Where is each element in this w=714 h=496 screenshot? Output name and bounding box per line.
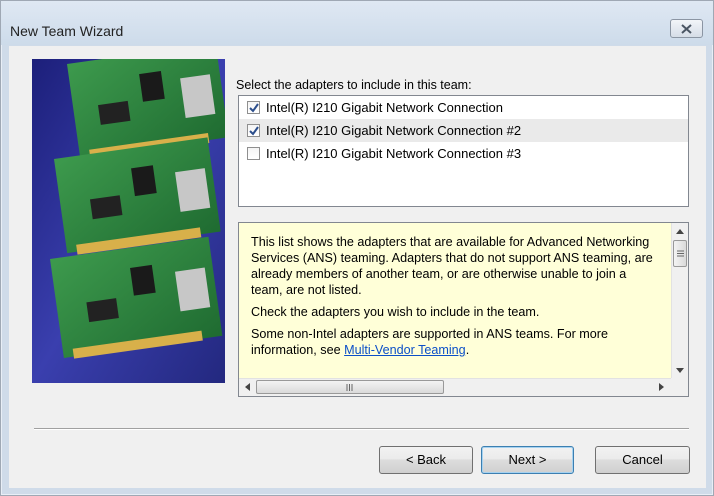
adapter-label-2: Intel(R) I210 Gigabit Network Connection… bbox=[266, 123, 522, 138]
horizontal-scrollbar[interactable] bbox=[239, 378, 672, 396]
window-title: New Team Wizard bbox=[10, 23, 124, 39]
adapter-list-prompt: Select the adapters to include in this t… bbox=[236, 78, 472, 92]
adapter-row-2[interactable]: Intel(R) I210 Gigabit Network Connection… bbox=[239, 119, 688, 142]
network-adapter-illustration bbox=[32, 59, 225, 383]
info-paragraph-2: Check the adapters you wish to include i… bbox=[251, 305, 540, 319]
info-paragraph-3-end: . bbox=[465, 343, 470, 357]
adapter-checkbox-3[interactable] bbox=[247, 147, 260, 160]
wizard-window: New Team Wizard Select the adapters to i… bbox=[0, 0, 714, 496]
info-paragraph-1: This list shows the adapters that are av… bbox=[251, 235, 653, 297]
title-bar[interactable]: New Team Wizard bbox=[1, 1, 713, 45]
next-button[interactable]: Next > bbox=[481, 446, 574, 474]
cancel-button[interactable]: Cancel bbox=[595, 446, 690, 474]
adapter-checkbox-2[interactable] bbox=[247, 124, 260, 137]
grip-icon bbox=[677, 250, 684, 257]
horizontal-scroll-thumb[interactable] bbox=[256, 380, 444, 394]
separator-line bbox=[34, 428, 689, 430]
scroll-down-arrow-icon[interactable] bbox=[676, 368, 684, 374]
scrollbar-corner bbox=[671, 378, 688, 396]
checkmark-icon bbox=[249, 103, 259, 113]
scroll-right-arrow-icon[interactable] bbox=[659, 383, 665, 391]
close-icon bbox=[681, 24, 692, 34]
scroll-up-arrow-icon[interactable] bbox=[676, 228, 684, 234]
adapter-list[interactable]: Intel(R) I210 Gigabit Network Connection… bbox=[238, 95, 689, 207]
adapter-row-1[interactable]: Intel(R) I210 Gigabit Network Connection bbox=[239, 96, 688, 119]
checkmark-icon bbox=[249, 126, 259, 136]
back-button[interactable]: < Back bbox=[379, 446, 473, 474]
info-panel: This list shows the adapters that are av… bbox=[238, 222, 689, 397]
vertical-scroll-thumb[interactable] bbox=[673, 240, 687, 267]
info-text: This list shows the adapters that are av… bbox=[251, 234, 656, 364]
adapter-row-3[interactable]: Intel(R) I210 Gigabit Network Connection… bbox=[239, 142, 688, 165]
adapter-checkbox-1[interactable] bbox=[247, 101, 260, 114]
close-button[interactable] bbox=[670, 19, 703, 38]
adapter-label-3: Intel(R) I210 Gigabit Network Connection… bbox=[266, 146, 522, 161]
grip-icon bbox=[346, 384, 353, 391]
adapter-label-1: Intel(R) I210 Gigabit Network Connection bbox=[266, 100, 504, 115]
wizard-content: Select the adapters to include in this t… bbox=[9, 46, 706, 488]
info-paragraph-3: Some non-Intel adapters are supported in… bbox=[251, 326, 656, 358]
scroll-left-arrow-icon[interactable] bbox=[244, 383, 250, 391]
multi-vendor-teaming-link[interactable]: Multi-Vendor Teaming bbox=[344, 343, 466, 357]
vertical-scrollbar[interactable] bbox=[671, 223, 688, 379]
